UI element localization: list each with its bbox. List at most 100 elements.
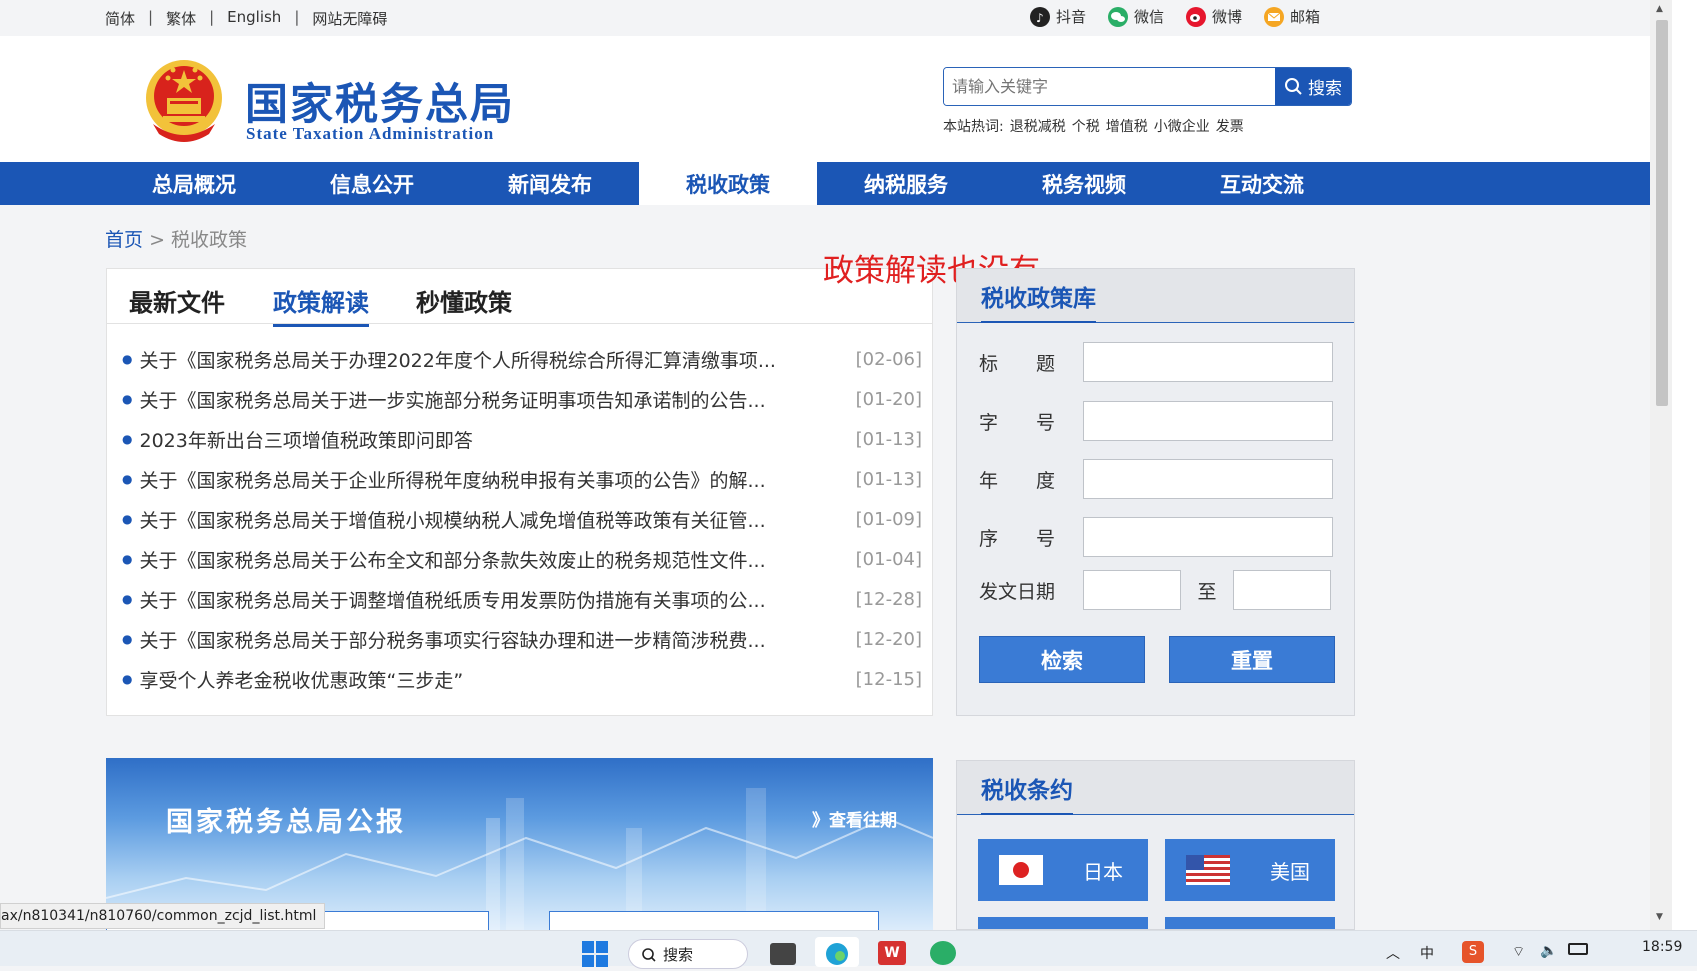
nav-interaction[interactable]: 互动交流 — [1173, 162, 1351, 205]
svg-text:♪: ♪ — [1036, 11, 1044, 25]
list-item[interactable]: ● 关于《国家税务总局关于企业所得税年度纳税申报有关事项的公告》的解... [01-… — [122, 459, 922, 499]
treaty-japan-button[interactable]: 日本 — [978, 839, 1148, 901]
doc-number-field[interactable] — [1083, 401, 1333, 441]
date-to-field[interactable] — [1233, 570, 1331, 610]
lang-traditional[interactable]: 繁体 — [166, 8, 196, 29]
bullet: ● — [122, 592, 133, 606]
hot-word[interactable]: 小微企业 — [1154, 116, 1210, 136]
reset-button[interactable]: 重置 — [1169, 636, 1335, 683]
lang-english[interactable]: English — [227, 8, 281, 29]
search-button[interactable]: 搜索 — [1275, 68, 1351, 105]
list-item[interactable]: ● 享受个人养老金税收优惠政策“三步走” [12-15] — [122, 659, 922, 699]
bullet: ● — [122, 432, 133, 446]
social-label: 邮箱 — [1290, 8, 1321, 26]
wifi-icon[interactable]: ⌔ — [1512, 943, 1525, 961]
list-item[interactable]: ● 关于《国家税务总局关于办理2022年度个人所得税综合所得汇算清缴事项... [0… — [122, 339, 922, 379]
social-weibo[interactable]: 微博 — [1186, 6, 1242, 27]
social-douyin[interactable]: ♪ 抖音 — [1030, 6, 1086, 27]
list-item[interactable]: ● 关于《国家税务总局关于调整增值税纸质专用发票防伪措施有关事项的公... [12-… — [122, 579, 922, 619]
bullet: ● — [122, 472, 133, 486]
tab-policy-interpretation[interactable]: 政策解读 — [273, 283, 369, 327]
scroll-up-arrow-icon[interactable]: ▲ — [1656, 4, 1663, 14]
bulletin-box[interactable] — [549, 911, 879, 930]
browser-sidebar — [1672, 0, 1697, 930]
treaty-button[interactable] — [1165, 917, 1335, 929]
nav-tax-video[interactable]: 税务视频 — [995, 162, 1173, 205]
list-item[interactable]: ● 2023年新出台三项增值税政策即问即答 [01-13] — [122, 419, 922, 459]
wechat-icon — [1108, 6, 1129, 27]
ime-icon[interactable]: 中 — [1420, 943, 1434, 963]
wechat-taskbar-icon[interactable] — [930, 941, 956, 965]
item-title: 关于《国家税务总局关于办理2022年度个人所得税综合所得汇算清缴事项... — [139, 349, 776, 372]
field-row-date: 发文日期 至 — [979, 570, 1339, 610]
volume-icon[interactable]: 🔈 — [1540, 943, 1557, 959]
treaty-usa-button[interactable]: 美国 — [1165, 839, 1335, 901]
scrollbar-thumb[interactable] — [1656, 20, 1668, 406]
year-field[interactable] — [1083, 459, 1333, 499]
language-switcher: 简体 | 繁体 | English | 网站无障碍 — [105, 8, 387, 29]
bulletin-title: 国家税务总局公报 — [166, 807, 406, 838]
search-icon — [1285, 77, 1302, 95]
view-past-link[interactable]: 》查看往期 — [812, 806, 897, 831]
separator: | — [294, 8, 300, 26]
list-item[interactable]: ● 关于《国家税务总局关于进一步实施部分税务证明事项告知承诺制的公告... [01-… — [122, 379, 922, 419]
nav-info-disclosure[interactable]: 信息公开 — [283, 162, 461, 205]
battery-icon[interactable] — [1568, 943, 1588, 955]
item-title: 关于《国家税务总局关于企业所得税年度纳税申报有关事项的公告》的解... — [139, 469, 766, 492]
policy-tabs: 最新文件 政策解读 秒懂政策 — [107, 269, 932, 327]
nav-tax-policy[interactable]: 税收政策 — [639, 162, 817, 205]
field-label: 年 度 — [979, 469, 1056, 492]
wps-office-icon[interactable]: W — [878, 941, 906, 965]
hot-word[interactable]: 个税 — [1072, 116, 1100, 136]
list-item[interactable]: ● 关于《国家税务总局关于公布全文和部分条款失效废止的税务规范性文件... [01-… — [122, 539, 922, 579]
site-header: 国家税务总局 State Taxation Administration 搜索 … — [0, 36, 1650, 162]
main-nav: 总局概况 信息公开 新闻发布 税收政策 纳税服务 税务视频 互动交流 — [0, 162, 1650, 205]
clock-time[interactable]: 18:59 — [1642, 939, 1682, 955]
list-item[interactable]: ● 关于《国家税务总局关于增值税小规模纳税人减免增值税等政策有关征管... [01-… — [122, 499, 922, 539]
search-submit-button[interactable]: 检索 — [979, 636, 1145, 683]
tray-chevron-up-icon[interactable]: ︿ — [1386, 943, 1400, 963]
lang-simplified[interactable]: 简体 — [105, 8, 135, 29]
scroll-down-arrow-icon[interactable]: ▼ — [1656, 912, 1663, 922]
national-emblem-logo[interactable] — [143, 54, 225, 142]
social-wechat[interactable]: 微信 — [1108, 6, 1164, 27]
field-row-title: 标 题 — [979, 342, 1339, 382]
search-input[interactable] — [944, 68, 1276, 105]
separator: | — [148, 8, 154, 26]
vertical-scrollbar[interactable]: ▲ ▼ — [1650, 0, 1672, 930]
browser-page: 简体 | 繁体 | English | 网站无障碍 ♪ 抖音 微信 微博 邮箱 … — [0, 0, 1650, 930]
hot-word[interactable]: 发票 — [1216, 116, 1244, 136]
nav-tax-service[interactable]: 纳税服务 — [817, 162, 995, 205]
nav-overview[interactable]: 总局概况 — [105, 162, 283, 205]
field-row-number: 字 号 — [979, 401, 1339, 441]
taskbar-search[interactable]: 搜索 — [628, 939, 748, 969]
hot-words: 本站热词: 退税减税 个税 增值税 小微企业 发票 — [943, 116, 1244, 136]
item-date: [01-13] — [855, 468, 922, 490]
bullet: ● — [122, 672, 133, 686]
sogou-icon[interactable]: S — [1462, 941, 1484, 963]
social-mail[interactable]: 邮箱 — [1264, 6, 1320, 27]
hot-word[interactable]: 退税减税 — [1010, 116, 1066, 136]
breadcrumb-separator: > — [149, 229, 165, 251]
treaty-button[interactable] — [978, 917, 1148, 929]
bullet: ● — [122, 552, 133, 566]
social-label: 抖音 — [1056, 8, 1087, 26]
serial-field[interactable] — [1083, 517, 1333, 557]
tab-latest-files[interactable]: 最新文件 — [129, 283, 225, 324]
windows-start-icon[interactable] — [580, 939, 610, 967]
panel-header: 税收条约 — [957, 761, 1354, 815]
nav-news[interactable]: 新闻发布 — [461, 162, 639, 205]
hot-word[interactable]: 增值税 — [1106, 116, 1148, 136]
search-icon — [642, 948, 656, 962]
breadcrumb-home[interactable]: 首页 — [105, 229, 143, 251]
title-field[interactable] — [1083, 342, 1333, 382]
tax-treaty-panel: 税收条约 日本 美国 — [956, 760, 1355, 930]
tab-quick-policy[interactable]: 秒懂政策 — [416, 283, 512, 324]
date-from-field[interactable] — [1083, 570, 1181, 610]
list-item[interactable]: ● 关于《国家税务总局关于部分税务事项实行容缺办理和进一步精简涉税费... [12-… — [122, 619, 922, 659]
edge-browser-icon[interactable] — [815, 937, 859, 967]
policy-list: ● 关于《国家税务总局关于办理2022年度个人所得税综合所得汇算清缴事项... [0… — [122, 339, 922, 699]
item-title: 关于《国家税务总局关于增值税小规模纳税人减免增值税等政策有关征管... — [139, 509, 766, 532]
accessibility-link[interactable]: 网站无障碍 — [312, 8, 387, 29]
task-view-icon[interactable] — [770, 943, 796, 965]
